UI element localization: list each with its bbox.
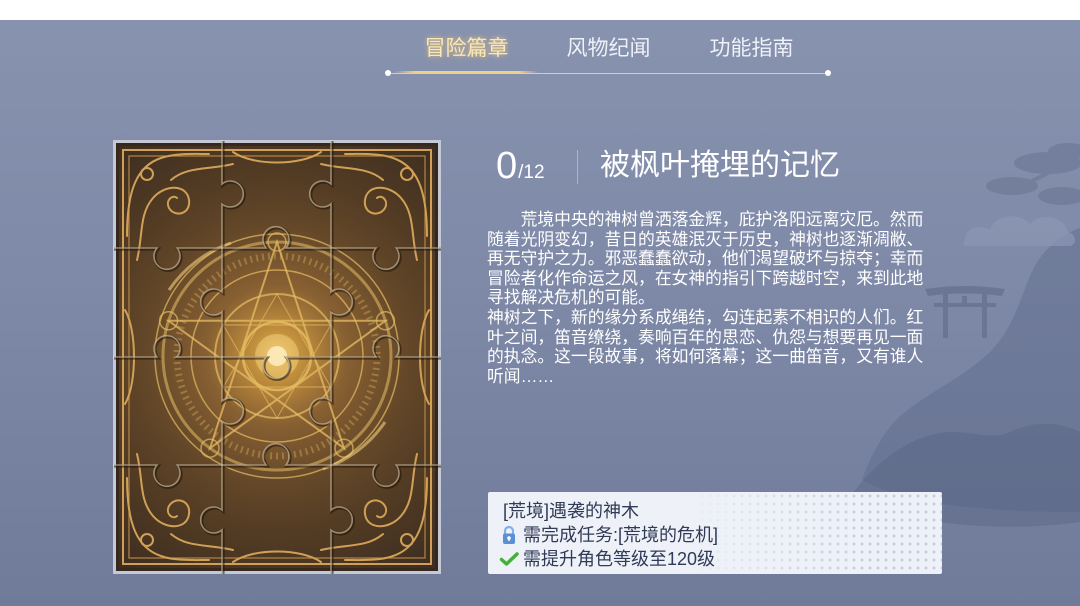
progress-total: /12 [518, 162, 545, 183]
description-paragraph: 神树之下，新的缘分系成绳结，勾连起素不相识的人们。红叶之间，笛音缭绕，奏响百年的… [487, 307, 924, 386]
tab-bar-dot-right [825, 70, 831, 76]
torii-gate [925, 286, 1005, 338]
chapter-description: 荒境中央的神树曾洒落金辉，庇护洛阳远离灾厄。然而随着光阴变幻，昔日的英雄泯灭于历… [487, 210, 929, 386]
puzzle-progress: 0 /12 [496, 143, 545, 189]
requirement-text: 需提升角色等级至120级 [523, 549, 716, 569]
tab-bar-dot-left [385, 70, 391, 76]
lock-icon [499, 525, 519, 545]
unlock-requirements-panel: [荒境]遇袭的神木 需完成任务:[荒境的危机] 需提升角色等级至120级 [488, 492, 942, 574]
tab-lore[interactable]: 风物纪闻 [536, 32, 681, 66]
pine-tree [986, 143, 1080, 205]
requirement-level: 需提升角色等级至120级 [499, 547, 715, 571]
puzzle-card-art [113, 140, 441, 574]
description-paragraph: 荒境中央的神树曾洒落金辉，庇护洛阳远离灾厄。然而随着光阴变幻，昔日的英雄泯灭于历… [487, 210, 924, 308]
cloud [963, 216, 1076, 246]
check-icon [499, 549, 519, 569]
tab-adventure-chapters[interactable]: 冒险篇章 [394, 32, 539, 66]
next-chapter-title: [荒境]遇袭的神木 [503, 501, 640, 521]
tab-feature-guide[interactable]: 功能指南 [679, 32, 824, 66]
requirement-text: 需完成任务:[荒境的危机] [523, 525, 719, 545]
puzzle-card[interactable] [113, 140, 441, 574]
panel-dot-pattern [682, 492, 942, 574]
chapter-title: 被枫叶掩埋的记忆 [600, 149, 840, 182]
progress-collected: 0 [496, 145, 518, 187]
requirement-quest: 需完成任务:[荒境的危机] [499, 523, 718, 547]
top-strip [0, 0, 1080, 20]
header-divider [577, 150, 578, 184]
active-tab-underline [394, 71, 539, 74]
